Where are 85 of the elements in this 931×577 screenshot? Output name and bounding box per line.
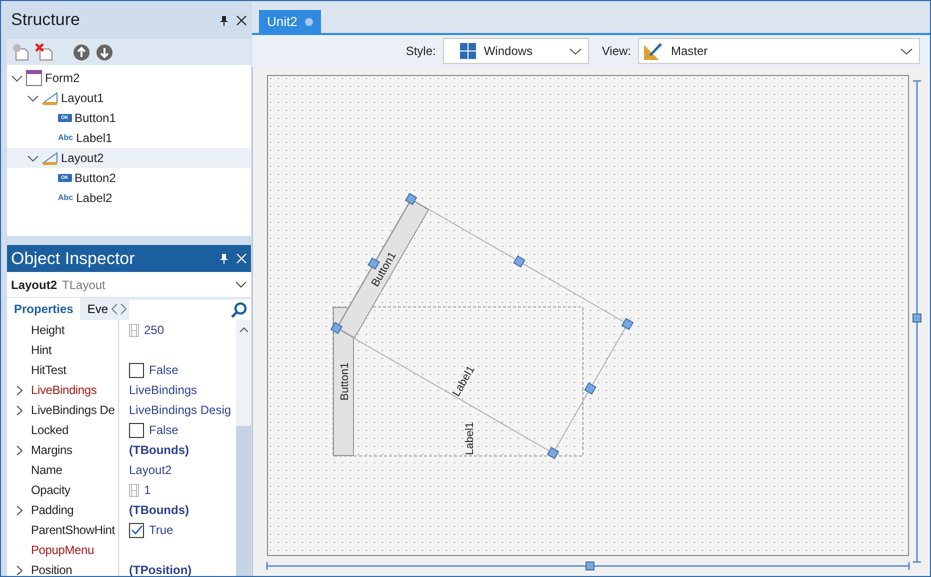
checkbox[interactable] — [129, 362, 144, 378]
property-name: Padding — [31, 502, 74, 519]
editor-tab[interactable]: Unit2 — [259, 10, 322, 33]
checkbox[interactable] — [129, 422, 144, 438]
tree-item[interactable]: Layout1 — [61, 89, 104, 107]
property-name: Locked — [31, 422, 68, 439]
layout-icon — [42, 151, 58, 165]
selection-handle[interactable] — [584, 382, 596, 395]
resize-handle[interactable] — [586, 562, 594, 570]
chevron-down-icon — [235, 281, 247, 288]
delete-item-icon[interactable] — [35, 43, 53, 61]
object-type: TLayout — [62, 276, 106, 294]
arrow-down-icon[interactable] — [96, 44, 113, 60]
property-value[interactable]: 250 — [144, 321, 164, 339]
tab[interactable]: Eve — [80, 298, 116, 320]
property-name: Height — [31, 322, 64, 339]
property-name: Name — [31, 462, 62, 479]
chevron-down-icon — [900, 48, 913, 54]
property-value[interactable]: LiveBindings Desig — [129, 401, 232, 419]
modified-dot-icon — [305, 18, 314, 26]
form-icon — [26, 70, 42, 86]
checkbox[interactable] — [129, 522, 144, 538]
property-value[interactable]: LiveBindings — [129, 381, 198, 399]
property-name: Hint — [31, 342, 52, 359]
layout-frame[interactable] — [332, 306, 584, 456]
property-name: PopupMenu — [31, 542, 94, 559]
search-icon[interactable] — [231, 302, 247, 318]
tree-item[interactable]: Layout2 — [61, 149, 104, 167]
form-label[interactable]: Label1 — [464, 422, 476, 455]
object-name: Layout2 — [11, 276, 58, 294]
add-item-icon[interactable] — [11, 43, 29, 61]
selection-handle[interactable] — [546, 446, 560, 460]
tree-item[interactable]: Button1 — [74, 109, 116, 127]
property-value[interactable]: Layout2 — [129, 461, 172, 479]
property-value[interactable]: False — [149, 361, 178, 379]
property-name: HitTest — [31, 362, 66, 379]
style-dropdown[interactable]: Windows — [442, 38, 589, 64]
property-value[interactable]: (TBounds) — [129, 501, 189, 519]
tree-item[interactable]: Button2 — [74, 169, 116, 187]
scroll-up-icon[interactable] — [238, 326, 248, 334]
close-icon[interactable] — [236, 14, 247, 26]
expand-icon[interactable] — [16, 444, 22, 456]
scrollbar-thumb[interactable] — [236, 426, 251, 576]
property-name: Position — [31, 562, 72, 576]
expand-icon[interactable] — [16, 404, 22, 416]
property-name: ParentShowHint — [31, 522, 115, 539]
selection-handle[interactable] — [330, 322, 343, 334]
film-strip-icon — [129, 324, 139, 336]
property-value[interactable]: 1 — [144, 481, 151, 499]
expand-icon[interactable] — [16, 504, 22, 516]
windows-logo-icon — [460, 43, 476, 59]
film-strip-icon — [129, 484, 139, 496]
panel-title: Structure — [11, 9, 81, 32]
panel-title: Object Inspector — [11, 248, 136, 270]
style-label: Style: — [406, 43, 436, 60]
property-name: Opacity — [31, 482, 70, 499]
resize-handle[interactable] — [912, 314, 922, 322]
component-icon: Abc — [58, 192, 74, 204]
property-name: Margins — [31, 442, 72, 459]
property-name: LiveBindings — [31, 382, 97, 399]
selection-handle[interactable] — [513, 255, 526, 268]
view-label: View: — [602, 43, 631, 60]
selection-handle[interactable] — [404, 192, 418, 206]
layout-frame[interactable] — [336, 198, 628, 454]
property-value[interactable]: (TBounds) — [129, 441, 189, 459]
chevron-down-icon — [568, 48, 582, 54]
object-selector[interactable]: Layout2 TLayout — [7, 272, 251, 298]
view-dropdown[interactable]: Master — [638, 38, 920, 64]
layout-icon — [42, 91, 58, 105]
tree-item[interactable]: Label1 — [76, 129, 112, 147]
expand-icon[interactable] — [16, 564, 22, 576]
tree-item[interactable]: Form2 — [45, 69, 80, 87]
ruler-pencil-icon — [643, 41, 663, 61]
scroll-arrows-icon[interactable] — [111, 303, 128, 315]
property-value[interactable]: False — [149, 421, 178, 439]
tree-item[interactable]: Label2 — [76, 189, 112, 207]
pin-icon[interactable] — [220, 14, 228, 26]
expand-icon[interactable] — [16, 384, 22, 396]
property-name: LiveBindings De — [31, 402, 115, 419]
tab[interactable]: Properties — [7, 298, 80, 320]
arrow-up-icon[interactable] — [73, 44, 90, 60]
property-value[interactable]: True — [149, 521, 174, 539]
component-icon: Abc — [58, 132, 74, 144]
selection-handle[interactable] — [621, 318, 634, 330]
pin-icon[interactable] — [220, 253, 228, 264]
